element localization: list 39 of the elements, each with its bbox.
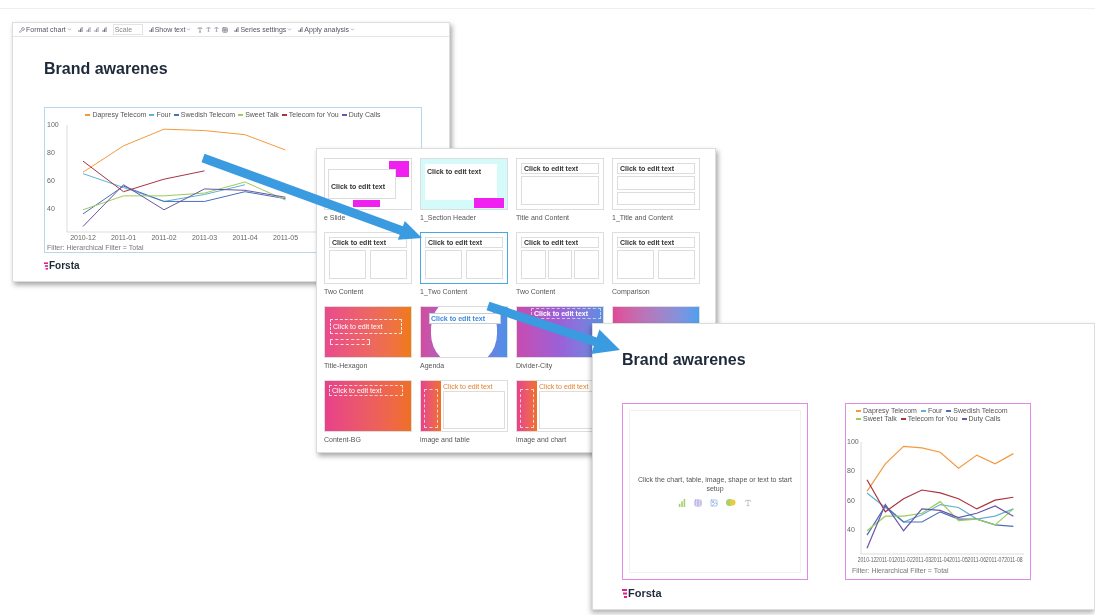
placeholder-box	[547, 250, 573, 279]
shape-icon	[726, 499, 736, 507]
placeholder-box	[425, 250, 462, 279]
text-size-icon	[197, 26, 204, 33]
text-color-icon	[214, 27, 220, 32]
placeholder-box	[370, 250, 407, 279]
image-icon	[710, 498, 718, 507]
bar-chart-icon	[93, 27, 99, 32]
bar-chart-icon	[678, 498, 686, 507]
slide-title: Brand awarenes	[44, 61, 169, 77]
bar-chart-icon	[234, 27, 240, 32]
text-icon	[744, 498, 752, 507]
placeholder-box	[329, 250, 366, 279]
caret-icon	[287, 27, 293, 32]
placeholder-box	[658, 250, 695, 279]
placeholder-box	[521, 250, 546, 279]
text-size-icon	[206, 27, 212, 32]
placeholder-box	[466, 250, 503, 279]
bar-chart-icon	[77, 27, 83, 32]
logo-wordmark: Forsta	[49, 261, 80, 271]
bar-chart-icon	[101, 27, 107, 32]
bar-chart-icon	[298, 27, 304, 32]
wrench-icon	[19, 26, 25, 33]
logo-mark-icon	[622, 589, 627, 598]
placeholder-box	[617, 250, 654, 279]
accent-bar	[474, 198, 504, 208]
placeholder-box	[443, 391, 505, 429]
logo-wordmark: Forsta	[628, 588, 662, 599]
bar-chart-icon	[85, 27, 91, 32]
table-icon	[222, 26, 229, 33]
accent-bar	[353, 200, 380, 207]
caret-icon	[66, 27, 72, 32]
bar-chart-icon	[148, 27, 154, 32]
slide-title: Brand awarenes	[622, 352, 747, 368]
table-icon	[694, 498, 702, 507]
caret-icon	[350, 27, 356, 32]
logo-mark-icon	[44, 262, 48, 270]
placeholder-box	[574, 250, 599, 279]
caret-icon	[186, 27, 192, 32]
